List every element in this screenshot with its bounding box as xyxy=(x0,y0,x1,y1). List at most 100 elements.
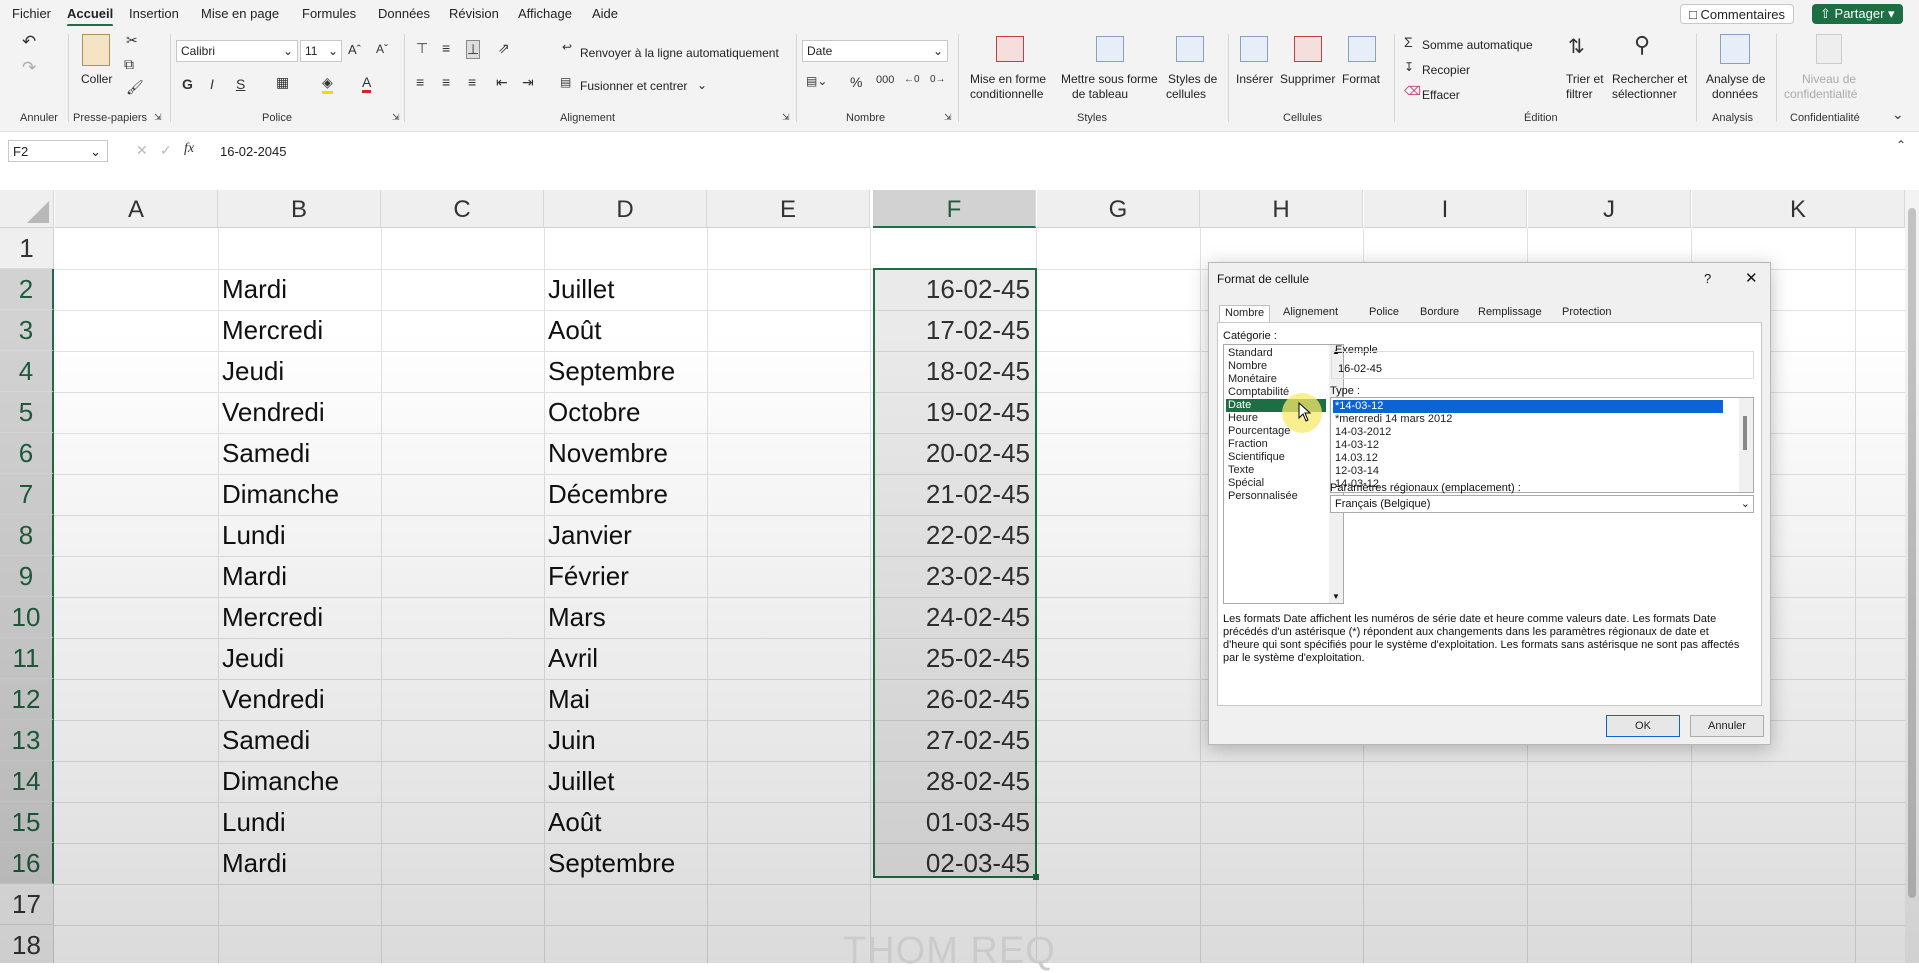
italic-button[interactable]: I xyxy=(210,76,214,92)
row-header-1[interactable]: 1 xyxy=(0,228,54,269)
menu-formules[interactable]: Formules xyxy=(302,6,356,21)
cell-f4[interactable]: 18-02-45 xyxy=(873,351,1036,392)
cell-b9[interactable]: Mardi xyxy=(218,556,381,597)
font-name-select[interactable]: Calibri ⌄ xyxy=(176,40,298,62)
fill-button[interactable]: Recopier xyxy=(1422,63,1470,77)
decrease-decimal-icon[interactable]: 0→ xyxy=(930,74,946,85)
confirm-icon[interactable]: ✓ xyxy=(160,142,172,159)
cell-b5[interactable]: Vendredi xyxy=(218,392,381,433)
cell-b11[interactable]: Jeudi xyxy=(218,638,381,679)
column-header-d[interactable]: D xyxy=(544,190,707,228)
row-header-14[interactable]: 14 xyxy=(0,761,54,802)
row-header-6[interactable]: 6 xyxy=(0,433,54,474)
row-header-17[interactable]: 17 xyxy=(0,884,54,925)
cell-f14[interactable]: 28-02-45 xyxy=(873,761,1036,802)
cell-d5[interactable]: Octobre xyxy=(544,392,707,433)
cell-d15[interactable]: Août xyxy=(544,802,707,843)
category-item[interactable]: Spécial xyxy=(1226,477,1266,490)
cell-b8[interactable]: Lundi xyxy=(218,515,381,556)
type-item[interactable]: *mercredi 14 mars 2012 xyxy=(1333,413,1454,426)
tab-protection[interactable]: Protection xyxy=(1557,305,1617,322)
category-list[interactable]: Standard Nombre Monétaire Comptabilité Date H… xyxy=(1223,344,1344,604)
column-header-h[interactable]: H xyxy=(1200,190,1363,228)
dialog-launcher-icon[interactable]: ⇲ xyxy=(154,112,162,123)
category-item[interactable]: Heure xyxy=(1226,412,1260,425)
name-box[interactable]: F2 ⌄ xyxy=(8,140,108,162)
decrease-indent-icon[interactable]: ⇤ xyxy=(496,74,508,91)
cell-d12[interactable]: Mai xyxy=(544,679,707,720)
menu-fichier[interactable]: Fichier xyxy=(12,6,51,21)
borders-icon[interactable]: ▦ xyxy=(276,74,289,91)
row-header-18[interactable]: 18 xyxy=(0,925,54,963)
cell-b3[interactable]: Mercredi xyxy=(218,310,381,351)
merge-center-button[interactable]: Fusionner et centrer xyxy=(580,79,687,93)
cell-b7[interactable]: Dimanche xyxy=(218,474,381,515)
row-header-15[interactable]: 15 xyxy=(0,802,54,843)
dialog-launcher-icon[interactable]: ⇲ xyxy=(944,112,952,123)
cell-d4[interactable]: Septembre xyxy=(544,351,707,392)
row-header-7[interactable]: 7 xyxy=(0,474,54,515)
cell-f7[interactable]: 21-02-45 xyxy=(873,474,1036,515)
paste-button[interactable]: Coller xyxy=(81,72,112,86)
cell-d13[interactable]: Juin xyxy=(544,720,707,761)
scrollbar-thumb[interactable] xyxy=(1908,208,1916,898)
cell-b6[interactable]: Samedi xyxy=(218,433,381,474)
collapse-ribbon-icon[interactable]: ⌄ xyxy=(1892,106,1904,123)
comments-button[interactable]: □ Commentaires xyxy=(1680,4,1795,24)
locale-select[interactable]: Français (Belgique) ⌄ xyxy=(1330,495,1754,513)
increase-indent-icon[interactable]: ⇥ xyxy=(522,74,534,91)
cell-d6[interactable]: Novembre xyxy=(544,433,707,474)
autosum-button[interactable]: Somme automatique xyxy=(1422,38,1533,52)
column-header-a[interactable]: A xyxy=(55,190,218,228)
orientation-icon[interactable]: ⇗ xyxy=(498,40,510,57)
tab-remplissage[interactable]: Remplissage xyxy=(1473,305,1547,322)
formula-input[interactable]: 16-02-2045 xyxy=(220,144,287,159)
wrap-text-button[interactable]: Renvoyer à la ligne automatiquement xyxy=(580,46,779,60)
column-header-e[interactable]: E xyxy=(707,190,870,228)
conditional-format-button-line2[interactable]: conditionnelle xyxy=(970,87,1043,101)
share-button[interactable]: ⇧ Partager ▾ xyxy=(1812,4,1903,24)
undo-icon[interactable]: ↶ xyxy=(22,32,36,52)
cell-f13[interactable]: 27-02-45 xyxy=(873,720,1036,761)
cancel-icon[interactable]: ✕ xyxy=(136,142,148,159)
cell-f3[interactable]: 17-02-45 xyxy=(873,310,1036,351)
format-painter-icon[interactable]: 🖌 xyxy=(126,79,144,96)
column-header-c[interactable]: C xyxy=(381,190,544,228)
column-header-j[interactable]: J xyxy=(1528,190,1691,228)
cell-f10[interactable]: 24-02-45 xyxy=(873,597,1036,638)
row-header-12[interactable]: 12 xyxy=(0,679,54,720)
category-item[interactable]: Standard xyxy=(1226,347,1275,360)
cell-b16[interactable]: Mardi xyxy=(218,843,381,884)
cell-f5[interactable]: 19-02-45 xyxy=(873,392,1036,433)
row-header-13[interactable]: 13 xyxy=(0,720,54,761)
shrink-font-icon[interactable]: Aˇ xyxy=(376,42,388,56)
cell-b10[interactable]: Mercredi xyxy=(218,597,381,638)
row-header-9[interactable]: 9 xyxy=(0,556,54,597)
row-header-3[interactable]: 3 xyxy=(0,310,54,351)
cell-f16[interactable]: 02-03-45 xyxy=(873,843,1036,884)
cell-d14[interactable]: Juillet xyxy=(544,761,707,802)
align-top-icon[interactable]: ⊤ xyxy=(416,40,428,57)
align-bottom-icon[interactable]: ⊥ xyxy=(466,40,481,59)
row-header-2[interactable]: 2 xyxy=(0,269,54,310)
analyze-data-button-line2[interactable]: données xyxy=(1712,87,1758,101)
cell-d10[interactable]: Mars xyxy=(544,597,707,638)
column-header-i[interactable]: I xyxy=(1364,190,1527,228)
find-select-button[interactable]: Rechercher et xyxy=(1612,72,1687,86)
row-header-4[interactable]: 4 xyxy=(0,351,54,392)
scroll-down-icon[interactable]: ▼ xyxy=(1332,592,1340,601)
row-header-16[interactable]: 16 xyxy=(0,843,54,884)
column-header-f[interactable]: F xyxy=(873,190,1036,228)
type-item[interactable]: 14-03-2012 xyxy=(1333,426,1393,439)
thousands-icon[interactable]: 000 xyxy=(876,74,894,86)
function-icon[interactable]: fx xyxy=(184,141,194,157)
cell-f9[interactable]: 23-02-45 xyxy=(873,556,1036,597)
format-as-table-button[interactable]: Mettre sous forme xyxy=(1061,72,1158,86)
cell-b4[interactable]: Jeudi xyxy=(218,351,381,392)
format-as-table-button-line2[interactable]: de tableau xyxy=(1072,87,1128,101)
cell-d8[interactable]: Janvier xyxy=(544,515,707,556)
chevron-down-icon[interactable]: ⌄ xyxy=(697,78,707,92)
cell-d2[interactable]: Juillet xyxy=(544,269,707,310)
expand-formula-icon[interactable]: ⌃ xyxy=(1896,138,1906,152)
dialog-launcher-icon[interactable]: ⇲ xyxy=(782,112,790,123)
